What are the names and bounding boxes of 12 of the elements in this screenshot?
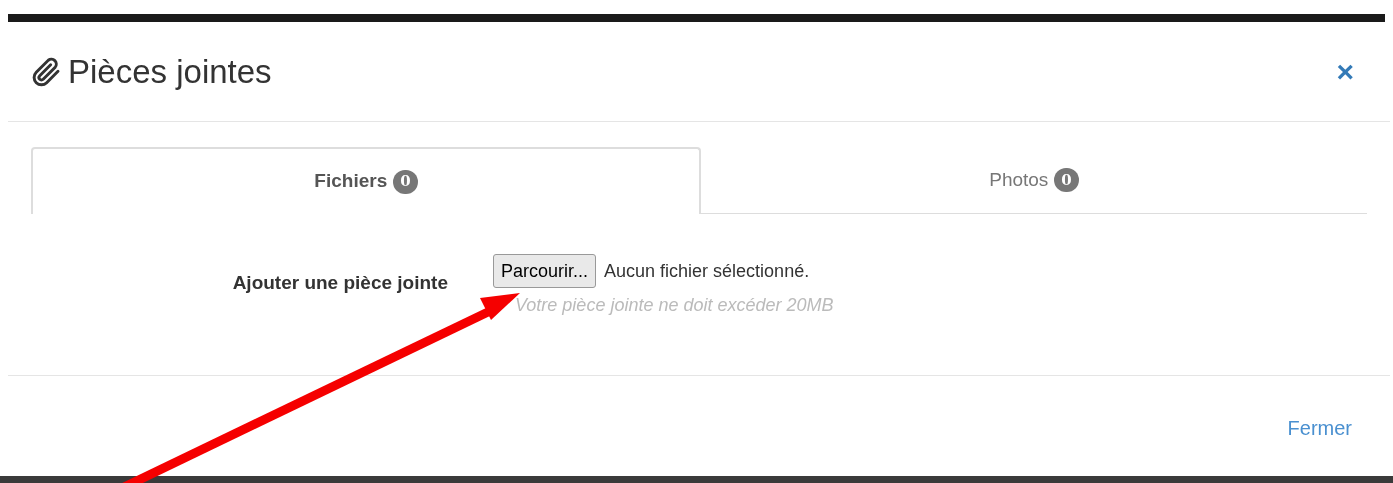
hint-text: Votre pièce jointe ne doit excéder 20MB — [515, 294, 834, 317]
count-badge: 0 — [393, 169, 418, 194]
dialog-title: Pièces jointes — [68, 51, 272, 92]
paperclip-icon — [30, 55, 62, 88]
file-status: Aucun fichier sélectionné. — [604, 259, 810, 283]
close-button[interactable]: × — [1336, 56, 1354, 87]
count-badge: 0 — [1054, 168, 1079, 192]
field-label: Ajouter une pièce jointe — [231, 271, 449, 295]
tab[interactable]: Photos 0 — [701, 147, 1367, 213]
browse-button[interactable]: Parcourir... — [493, 254, 597, 288]
close-link[interactable]: Fermer — [1287, 413, 1352, 443]
tab[interactable]: Fichiers 0 — [31, 147, 701, 214]
